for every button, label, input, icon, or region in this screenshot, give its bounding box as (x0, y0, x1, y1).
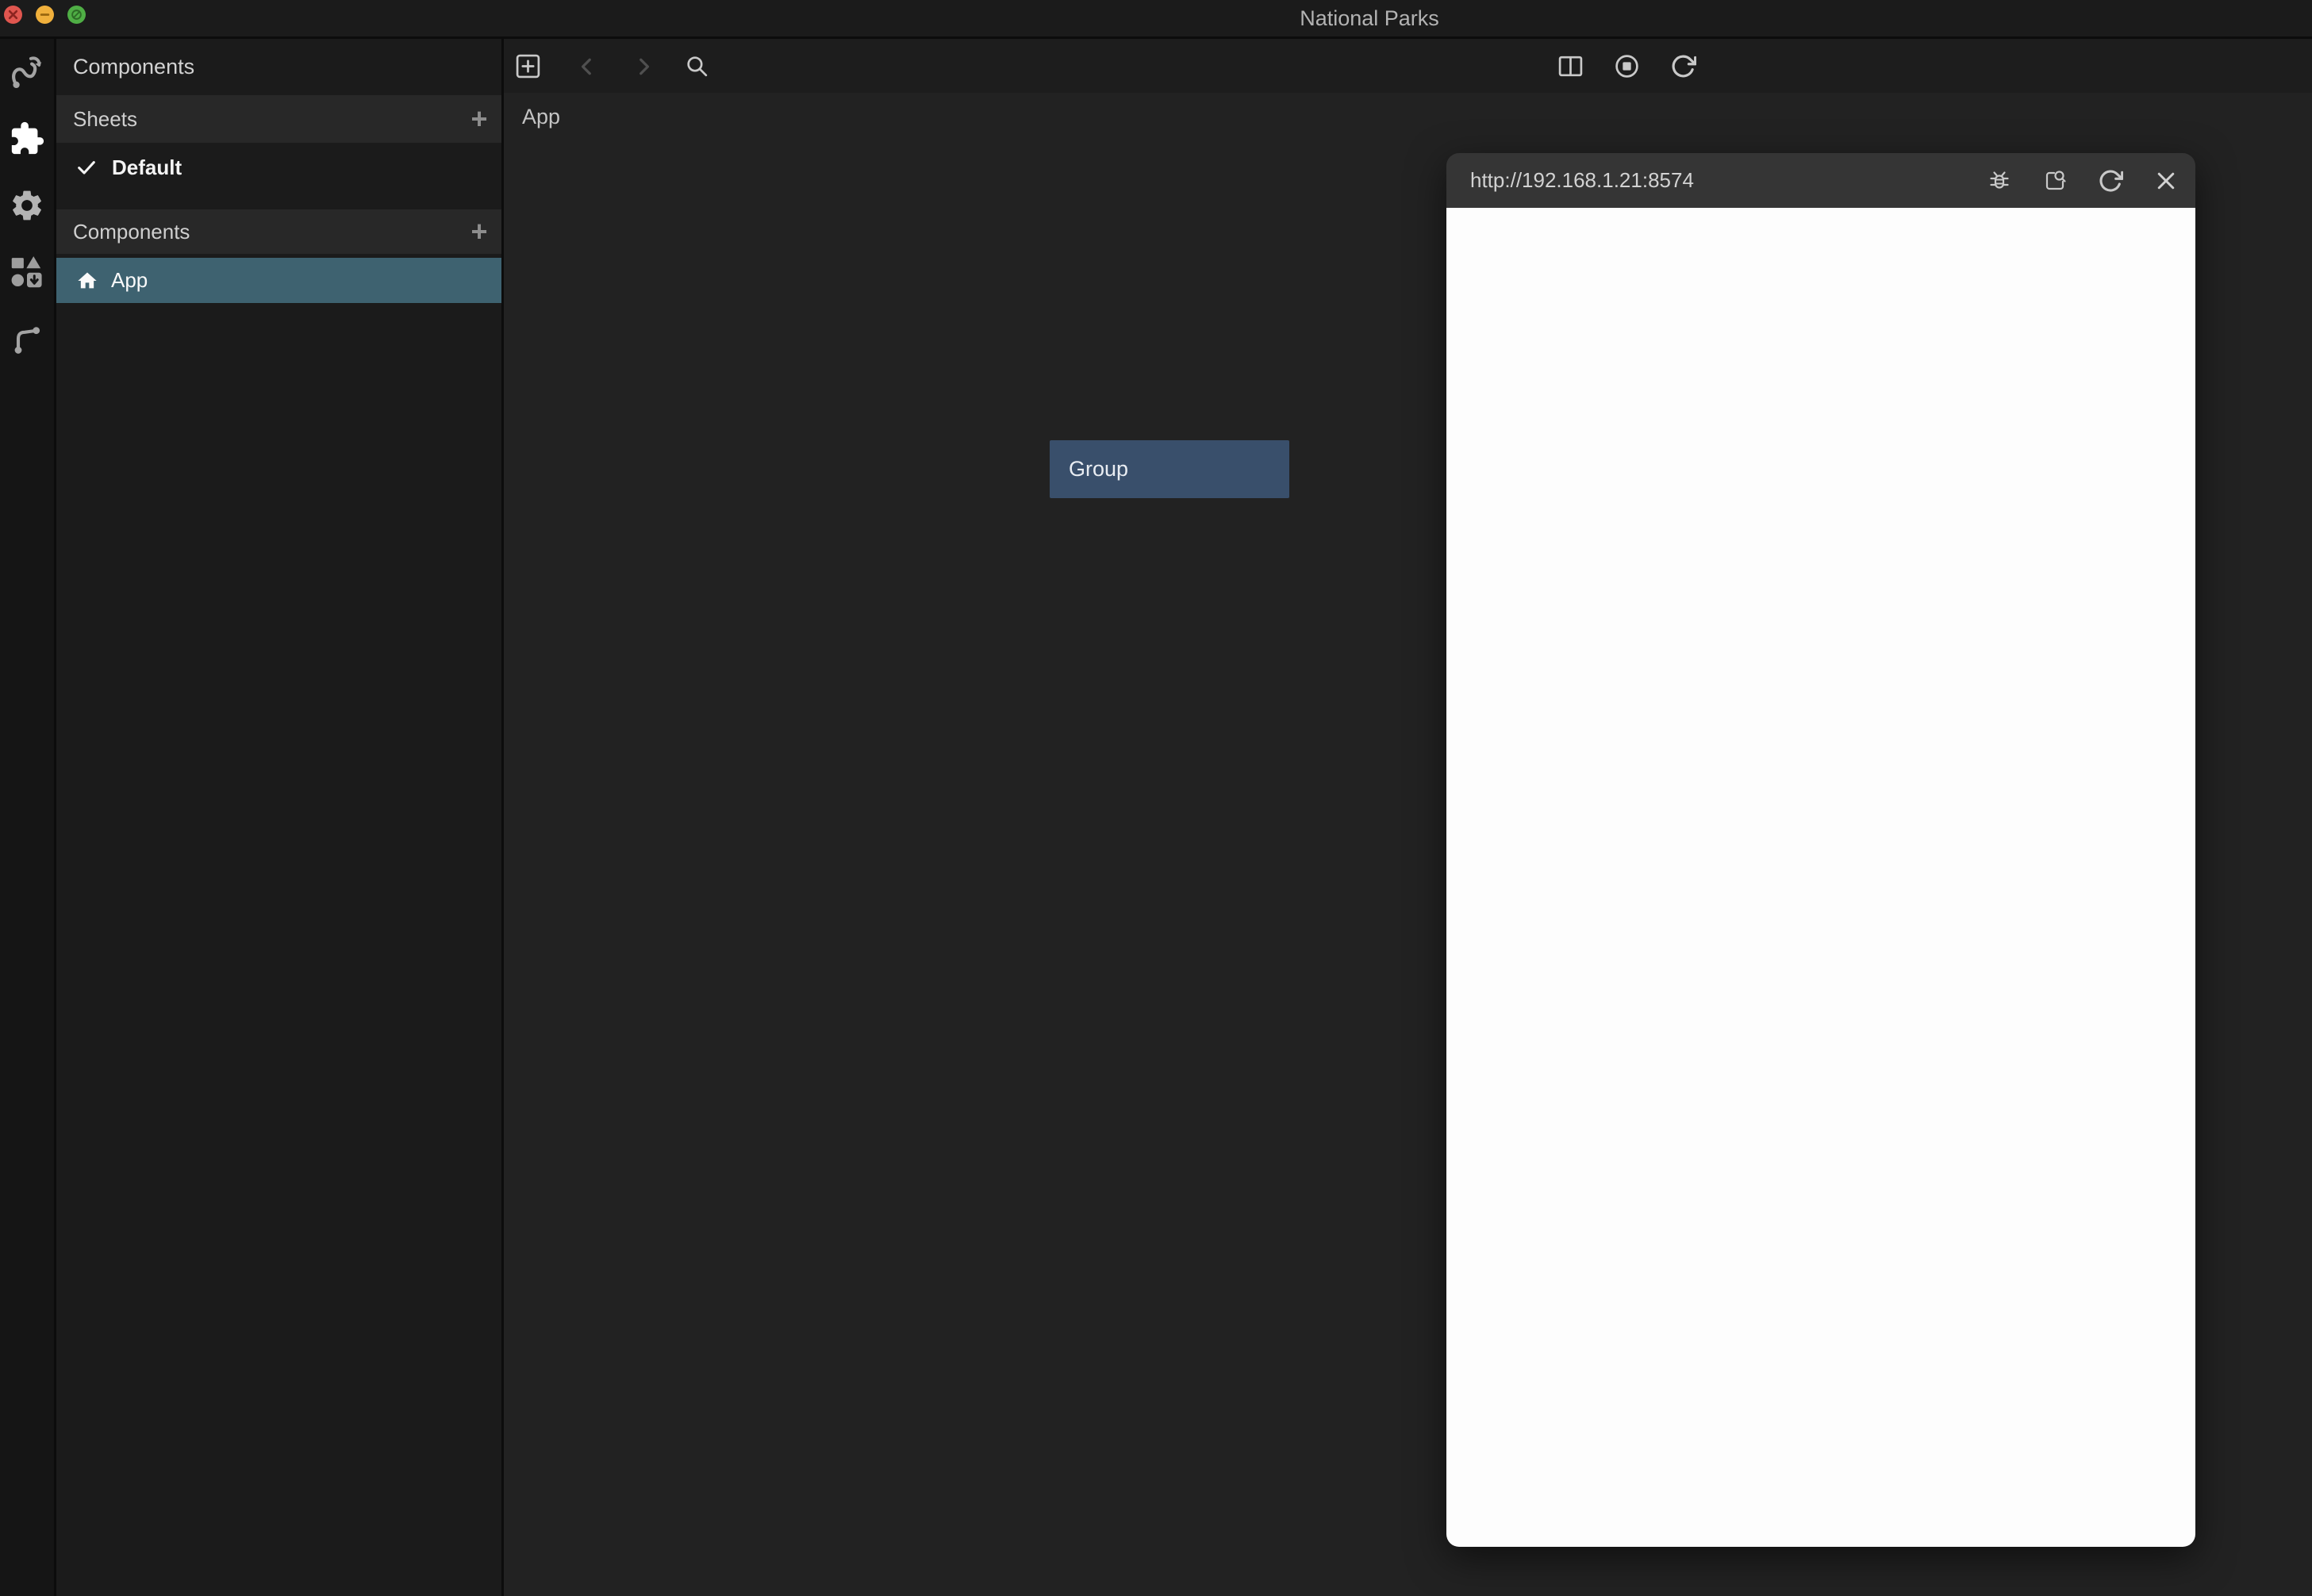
inspect-page-icon (2042, 168, 2068, 194)
preview-window: http://192.168.1.21:8574 (1446, 153, 2195, 1547)
widgets-shapes-icon (10, 255, 44, 290)
components-section-label: Components (56, 220, 457, 244)
chevron-right-icon (633, 56, 654, 77)
search-icon (684, 53, 710, 79)
rail-item-flows[interactable] (0, 39, 54, 106)
bug-icon (1987, 168, 2012, 194)
component-item-label: App (111, 268, 148, 293)
home-icon (76, 270, 98, 292)
canvas-breadcrumb: App (522, 105, 560, 129)
puzzle-components-icon (9, 121, 45, 157)
forward-button[interactable] (633, 56, 654, 81)
titlebar: National Parks (0, 0, 2312, 39)
design-canvas: App Group http://192.168.1.21:8574 (504, 39, 2312, 1596)
add-sheet-button[interactable]: + (457, 95, 501, 143)
preview-header: http://192.168.1.21:8574 (1446, 153, 2195, 208)
add-component-button[interactable]: + (457, 209, 501, 254)
search-button[interactable] (684, 53, 710, 83)
back-button[interactable] (577, 56, 597, 81)
stop-button[interactable] (1614, 53, 1640, 83)
route-icon (10, 55, 44, 90)
preview-url-bar[interactable]: http://192.168.1.21:8574 (1470, 168, 1986, 193)
group-component[interactable]: Group (1050, 440, 1289, 498)
components-section-header: Components + (56, 209, 501, 254)
sidebar-panel-title: Components (56, 39, 501, 94)
sheet-item-default[interactable]: Default (56, 143, 501, 192)
open-devtools-button[interactable] (2041, 167, 2068, 194)
add-square-icon (515, 53, 541, 79)
add-element-button[interactable] (515, 53, 541, 83)
maximize-icon (71, 9, 83, 21)
check-icon (75, 156, 98, 178)
debug-button[interactable] (1986, 167, 2013, 194)
activity-rail (0, 39, 56, 1596)
sheets-section-header: Sheets + (56, 95, 501, 143)
close-icon (2154, 169, 2178, 193)
preview-reload-button[interactable] (2097, 167, 2124, 194)
window-title: National Parks (1300, 0, 1439, 36)
preview-content (1446, 208, 2195, 1547)
stop-circle-icon (1614, 53, 1640, 79)
split-view-button[interactable] (1557, 53, 1584, 83)
preview-close-button[interactable] (2153, 167, 2180, 194)
close-icon (8, 10, 18, 20)
app-window: National Parks (0, 0, 2312, 1596)
git-branch-icon (10, 321, 44, 356)
rail-item-components[interactable] (0, 106, 54, 172)
minimize-icon (40, 10, 50, 20)
canvas-toolbar (504, 39, 2312, 93)
rail-item-settings[interactable] (0, 172, 54, 239)
chevron-left-icon (577, 56, 597, 77)
refresh-icon (2098, 168, 2123, 194)
sheet-item-label: Default (112, 155, 182, 180)
columns-icon (1557, 53, 1584, 79)
minimize-window-button[interactable] (36, 6, 54, 24)
group-component-label: Group (1069, 457, 1128, 481)
components-sidebar: Components Sheets + Default Components +… (56, 39, 504, 1596)
maximize-window-button[interactable] (67, 6, 86, 24)
component-item-app[interactable]: App (56, 258, 501, 303)
rail-item-widgets[interactable] (0, 239, 54, 305)
settings-gear-icon (9, 187, 45, 224)
close-window-button[interactable] (4, 6, 22, 24)
reload-button[interactable] (1670, 53, 1696, 83)
window-controls (4, 6, 86, 24)
rail-item-versions[interactable] (0, 305, 54, 372)
refresh-icon (1670, 53, 1696, 79)
sheets-section-label: Sheets (56, 107, 457, 132)
